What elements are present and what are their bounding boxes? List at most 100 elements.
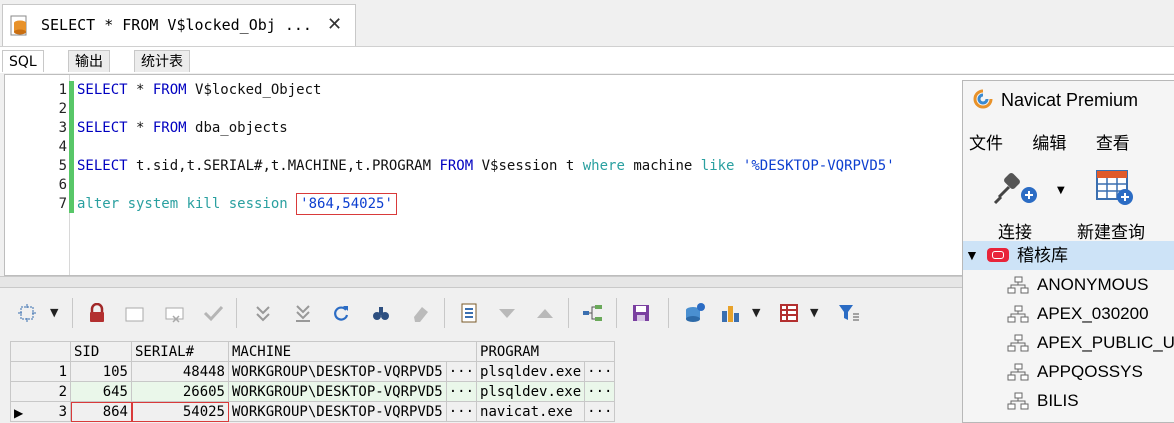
cell-program-expand[interactable]: ···: [584, 401, 616, 422]
cell-serial[interactable]: 48448: [131, 361, 229, 382]
line-number: 7: [58, 196, 67, 212]
code-token: SELECT: [77, 158, 128, 174]
table-row[interactable]: 3 864 54025 WORKGROUP\DESKTOP-VQRPVD5 ··…: [10, 401, 616, 422]
code-token: FROM: [152, 120, 187, 136]
cell-serial[interactable]: 54025: [131, 401, 229, 422]
line-number: 3: [58, 120, 67, 136]
next-record-icon[interactable]: [496, 302, 518, 324]
connect-label: 连接: [998, 223, 1032, 243]
cell-machine-expand[interactable]: ···: [445, 361, 478, 382]
schema-item[interactable]: APEX_030200: [963, 299, 1174, 328]
row-number[interactable]: 2: [10, 381, 71, 402]
oracle-connection-icon: [987, 248, 1009, 262]
schema-item[interactable]: APPQOSSYS: [963, 357, 1174, 386]
navicat-menu-bar: 文件 编辑 查看: [969, 129, 1154, 154]
line-number: 2: [58, 101, 67, 117]
column-header-sid[interactable]: SID: [70, 341, 132, 362]
fetch-last-page-icon[interactable]: [292, 302, 314, 324]
column-header-program[interactable]: PROGRAM: [476, 341, 616, 362]
cell-program-expand[interactable]: ···: [584, 361, 616, 382]
cell-program[interactable]: plsqldev.exe: [476, 361, 586, 382]
result-toolbar: ▼ ▼ ▼: [0, 288, 962, 340]
clear-icon[interactable]: [410, 302, 432, 324]
cell-sid[interactable]: 864: [70, 401, 132, 422]
plug-icon: [993, 173, 1037, 205]
cell-machine[interactable]: WORKGROUP\DESKTOP-VQRPVD5: [228, 401, 447, 422]
cell-serial[interactable]: 26605: [131, 381, 229, 402]
menu-edit[interactable]: 编辑: [1032, 134, 1066, 154]
cell-program-expand[interactable]: ···: [584, 381, 616, 402]
tab-sql[interactable]: SQL: [2, 50, 44, 72]
tab-output[interactable]: 输出: [68, 50, 110, 72]
chevron-down-icon[interactable]: ▼: [965, 241, 979, 270]
connect-dropdown-icon[interactable]: ▼: [1057, 185, 1065, 196]
document-tab-bar: SELECT * FROM V$locked_Obj ... ✕: [0, 0, 1174, 47]
menu-file[interactable]: 文件: [969, 134, 1003, 154]
grid-view-icon[interactable]: [778, 302, 800, 324]
cell-sid[interactable]: 105: [70, 361, 132, 382]
connection-tree: ▼ 稽核库 ANONYMOUS APEX_030200 APEX_PUBLIC_US…: [963, 241, 1174, 415]
code-line[interactable]: SELECT t.sid,t.SERIAL#,t.MACHINE,t.PROGR…: [77, 157, 895, 176]
modified-lines-marker: [69, 81, 74, 213]
toolbar-separator: [72, 298, 73, 328]
row-number[interactable]: 1: [10, 361, 71, 382]
code-token: *: [127, 82, 153, 98]
line-number: 6: [58, 177, 67, 193]
delete-record-icon[interactable]: [164, 302, 186, 324]
refresh-icon[interactable]: [330, 302, 352, 324]
current-row-indicator-icon: ▶: [14, 406, 24, 420]
table-row[interactable]: 2 645 26605 WORKGROUP\DESKTOP-VQRPVD5 ··…: [10, 381, 616, 402]
fetch-next-page-icon[interactable]: [252, 302, 274, 324]
tab-statistics[interactable]: 统计表: [134, 50, 190, 72]
navicat-title: Navicat Premium: [973, 89, 1138, 113]
toolbar-separator: [444, 298, 445, 328]
schema-item[interactable]: APEX_PUBLIC_USER: [963, 328, 1174, 357]
select-mode-icon[interactable]: [16, 302, 38, 324]
cell-program[interactable]: plsqldev.exe: [476, 381, 586, 402]
find-icon[interactable]: [370, 302, 392, 324]
lock-icon[interactable]: [86, 302, 108, 324]
menu-view[interactable]: 查看: [1096, 134, 1130, 154]
new-query-icon: [1096, 170, 1133, 205]
connection-item[interactable]: ▼ 稽核库: [963, 241, 1174, 270]
cell-machine-expand[interactable]: ···: [445, 381, 478, 402]
code-token: SELECT: [77, 82, 128, 98]
cell-sid[interactable]: 645: [70, 381, 132, 402]
schema-icon: [1007, 363, 1029, 381]
code-line[interactable]: SELECT * FROM dba_objects: [77, 119, 288, 138]
result-grid[interactable]: SID SERIAL# MACHINE PROGRAM 1 105 48448 …: [10, 341, 616, 422]
schema-icon: [1007, 392, 1029, 410]
column-header-serial[interactable]: SERIAL#: [131, 341, 229, 362]
post-changes-icon[interactable]: [202, 302, 224, 324]
code-token: V$locked_Object: [186, 82, 322, 98]
chart-dropdown-icon[interactable]: ▼: [752, 306, 760, 319]
chart-icon[interactable]: [720, 302, 742, 324]
line-number: 1: [58, 82, 67, 98]
export-data-icon[interactable]: [684, 302, 706, 324]
close-tab-icon[interactable]: ✕: [327, 14, 342, 35]
filter-icon[interactable]: [838, 302, 860, 324]
sql-document-tab[interactable]: SELECT * FROM V$locked_Obj ... ✕: [2, 4, 356, 46]
schema-item[interactable]: BILIS: [963, 386, 1174, 415]
query-plan-icon[interactable]: [582, 302, 604, 324]
cell-program[interactable]: navicat.exe: [476, 401, 586, 422]
new-query-button[interactable]: 新建查询: [1077, 165, 1145, 243]
schema-item[interactable]: ANONYMOUS: [963, 270, 1174, 299]
cell-machine-expand[interactable]: ···: [445, 401, 478, 422]
insert-record-icon[interactable]: [124, 302, 146, 324]
code-line[interactable]: alter system kill session '864,54025': [77, 193, 397, 215]
previous-record-icon[interactable]: [534, 302, 556, 324]
code-line[interactable]: SELECT * FROM V$locked_Object: [77, 81, 321, 100]
column-header-machine[interactable]: MACHINE: [227, 341, 478, 362]
save-icon[interactable]: [630, 302, 652, 324]
select-mode-dropdown-icon[interactable]: ▼: [50, 306, 58, 319]
record-view-icon[interactable]: [458, 302, 480, 324]
table-row[interactable]: 1 105 48448 WORKGROUP\DESKTOP-VQRPVD5 ··…: [10, 361, 616, 382]
cell-machine[interactable]: WORKGROUP\DESKTOP-VQRPVD5: [228, 361, 447, 382]
grid-view-dropdown-icon[interactable]: ▼: [810, 306, 818, 319]
code-token: alter system kill session: [77, 196, 288, 212]
schema-label: ANONYMOUS: [1037, 275, 1149, 294]
connect-button[interactable]: 连接: [991, 165, 1039, 243]
cell-machine[interactable]: WORKGROUP\DESKTOP-VQRPVD5: [228, 381, 447, 402]
